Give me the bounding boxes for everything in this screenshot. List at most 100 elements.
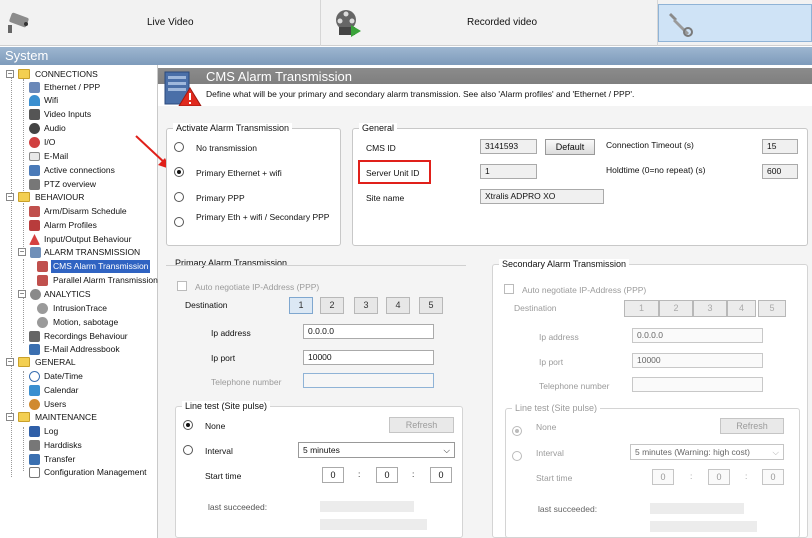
start-hour-field[interactable]: 0 (652, 469, 674, 485)
none-label: None (536, 422, 557, 432)
interval-select-secondary[interactable]: 5 minutes (Warning: high cost) ⌵ (630, 444, 784, 460)
sidebar-item-label: I/O (44, 137, 56, 147)
radio-primary-ethernet-wifi[interactable] (174, 167, 184, 177)
calendar-icon (29, 385, 40, 396)
option-label: No transmission (196, 143, 257, 153)
radio-line-test-interval-secondary[interactable] (512, 451, 522, 461)
addressbook-icon (29, 344, 40, 355)
auto-negotiate-checkbox-secondary[interactable] (504, 284, 514, 294)
radio-line-test-interval[interactable] (183, 445, 193, 455)
group-legend: Secondary Alarm Transmission (499, 259, 630, 269)
collapse-icon[interactable]: − (6, 358, 14, 366)
refresh-button-secondary[interactable]: Refresh (720, 418, 784, 434)
cms-id-field[interactable]: 3141593 (480, 139, 537, 154)
sidebar-item-label: Parallel Alarm Transmission (53, 275, 158, 285)
transfer-icon (29, 454, 40, 465)
sidebar-item-label: Calendar (44, 385, 79, 395)
last-succeeded-value (650, 503, 744, 514)
start-minute-field[interactable]: 0 (376, 467, 398, 483)
sidebar-item-label: Arm/Disarm Schedule (44, 206, 127, 216)
sidebar-item-label: Harddisks (44, 440, 82, 450)
sidebar-item-label: E-Mail (44, 151, 69, 161)
option-label: Primary Ethernet + wifi (196, 168, 282, 178)
group-legend: Line test (Site pulse) (512, 403, 601, 413)
camera-icon (29, 109, 40, 120)
start-minute-field[interactable]: 0 (708, 469, 730, 485)
recordings-icon (29, 331, 40, 342)
settings-tab[interactable] (658, 4, 812, 42)
destination-4-button[interactable]: 4 (727, 300, 756, 317)
wrench-icon (669, 13, 693, 37)
collapse-icon[interactable]: − (6, 193, 14, 201)
destination-4-label: 4 (738, 303, 744, 313)
server-alarm-icon (164, 71, 202, 107)
destination-3-button[interactable]: 3 (354, 297, 378, 314)
sidebar-item-label: Transfer (44, 454, 76, 464)
start-second-field[interactable]: 0 (762, 469, 784, 485)
sidebar-item-label: E-Mail Addressbook (44, 344, 120, 354)
collapse-icon[interactable]: − (6, 70, 14, 78)
wifi-icon (29, 95, 40, 106)
server-unit-id-field[interactable]: 1 (480, 164, 537, 179)
destination-2-label: 2 (673, 303, 679, 313)
parallel-icon (37, 275, 48, 286)
interval-value: 5 minutes (303, 445, 340, 455)
ip-address-field[interactable]: 0.0.0.0 (303, 324, 434, 339)
telephone-field[interactable] (632, 377, 763, 392)
radio-primary-eth-secondary-ppp[interactable] (174, 217, 184, 227)
radio-no-transmission[interactable] (174, 142, 184, 152)
radio-primary-ppp[interactable] (174, 192, 184, 202)
destination-5-label: 5 (769, 303, 775, 313)
collapse-icon[interactable]: − (18, 290, 26, 298)
connection-timeout-field[interactable]: 15 (762, 139, 798, 154)
sidebar-item-label: PTZ overview (44, 179, 96, 189)
ip-address-field[interactable]: 0.0.0.0 (632, 328, 763, 343)
start-hour-field[interactable]: 0 (322, 467, 344, 483)
chevron-down-icon: ⌵ (772, 447, 779, 457)
config-icon (29, 467, 40, 478)
destination-1-label: 1 (638, 303, 644, 313)
destination-4-button[interactable]: 4 (386, 297, 410, 314)
destination-5-button[interactable]: 5 (758, 300, 786, 317)
default-button[interactable]: Default (545, 139, 595, 155)
group-legend: Line test (Site pulse) (182, 401, 271, 411)
last-succeeded-label: last succeeded: (538, 504, 598, 514)
destination-2-button[interactable]: 2 (659, 300, 693, 317)
sidebar-item-label: Motion, sabotage (53, 317, 119, 327)
log-icon (29, 426, 40, 437)
sidebar-item-label: Active connections (44, 165, 115, 175)
system-header: System (0, 47, 812, 65)
telephone-field[interactable] (303, 373, 434, 388)
destination-3-label: 3 (707, 303, 713, 313)
sidebar-item-label: Ethernet / PPP (44, 82, 101, 92)
ip-port-field[interactable]: 10000 (303, 350, 434, 365)
destination-5-button[interactable]: 5 (419, 297, 443, 314)
live-video-tab[interactable]: Live Video (0, 0, 321, 46)
interval-select[interactable]: 5 minutes ⌵ (298, 442, 455, 458)
start-second-field[interactable]: 0 (430, 467, 452, 483)
collapse-icon[interactable]: − (18, 248, 26, 256)
schedule-icon (29, 206, 40, 217)
last-succeeded-value (320, 501, 414, 512)
destination-1-button[interactable]: 1 (624, 300, 659, 317)
recorded-video-tab[interactable]: Recorded video (321, 0, 658, 46)
radio-line-test-none-secondary[interactable] (512, 426, 522, 436)
ip-address-label: Ip address (211, 328, 251, 338)
envelope-icon (29, 152, 40, 161)
time-separator: : (690, 471, 693, 481)
auto-negotiate-checkbox[interactable] (177, 281, 187, 291)
collapse-icon[interactable]: − (6, 413, 14, 421)
destination-1-button[interactable]: 1 (289, 297, 313, 314)
refresh-button[interactable]: Refresh (389, 417, 454, 433)
none-label: None (205, 421, 226, 431)
option-label: Primary PPP (196, 193, 245, 203)
telephone-label: Telephone number (539, 381, 610, 391)
ip-port-field[interactable]: 10000 (632, 353, 763, 368)
destination-2-button[interactable]: 2 (320, 297, 344, 314)
site-name-field[interactable]: Xtralis ADPRO XO (480, 189, 604, 204)
folder-icon (18, 69, 30, 79)
radio-line-test-none[interactable] (183, 420, 193, 430)
recorded-video-label: Recorded video (467, 17, 538, 28)
destination-3-button[interactable]: 3 (693, 300, 727, 317)
holdtime-field[interactable]: 600 (762, 164, 798, 179)
